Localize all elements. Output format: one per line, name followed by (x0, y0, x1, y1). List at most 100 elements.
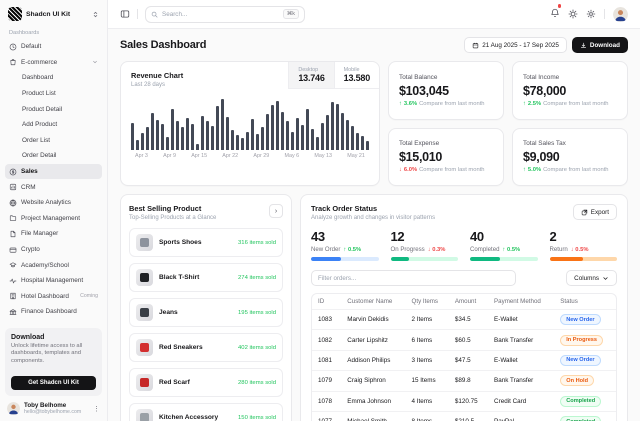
sidebar-item-hospital-management[interactable]: Hospital Management (5, 273, 102, 289)
notifications-button[interactable] (550, 5, 560, 23)
sidebar-item-default[interactable]: Default (5, 39, 102, 55)
download-button[interactable]: Download (572, 37, 628, 53)
download-promo-card: Download Unlock lifetime access to all d… (5, 328, 102, 396)
table-row[interactable]: 1079Craig Siphron15 Items$89.8Bank Trans… (312, 371, 616, 391)
date-range-picker[interactable]: 21 Aug 2025 - 17 Sep 2025 (464, 37, 567, 53)
bar (246, 132, 249, 150)
table-row[interactable]: 1077Michael Smith8 Items$210.5PayPalComp… (312, 411, 616, 421)
delta-percent: 6.0% (404, 167, 417, 173)
chevrons-up-down-icon (92, 11, 99, 18)
header-avatar[interactable] (613, 7, 628, 22)
product-row-red-sneakers[interactable]: Red Sneakers402 items sold (129, 333, 283, 362)
stat-value: $15,010 (399, 150, 493, 164)
sidebar-item-hotel-dashboard[interactable]: Hotel DashboardComing (5, 289, 102, 305)
bar (316, 137, 319, 150)
series-value: 13.580 (344, 73, 370, 83)
sidebar-toggle-icon[interactable] (120, 9, 130, 19)
sidebar-item-product-list[interactable]: Product List (5, 86, 102, 102)
x-axis-ticks: Apr 3Apr 9Apr 15Apr 22Apr 29May 6May 13M… (131, 153, 369, 159)
order-stat-on-progress: 12On Progress↓ 0.3% (391, 229, 459, 261)
delta-percent: 2.5% (528, 101, 541, 107)
cell-customer-name: Carter Lipshitz (341, 330, 405, 350)
bar (341, 113, 344, 150)
sidebar-item-project-management[interactable]: Project Management (5, 211, 102, 227)
cell-customer-name: Emma Johnson (341, 391, 405, 411)
status-badge: Completed (560, 416, 601, 421)
page-actions: 21 Aug 2025 - 17 Sep 2025 Download (464, 37, 628, 53)
column-header-qty-items: Qty Items (406, 294, 449, 310)
series-toggle-desktop[interactable]: Desktop13.746 (289, 62, 333, 88)
sidebar-item-e-commerce[interactable]: E-commerce (5, 55, 102, 71)
sidebar-item-file-manager[interactable]: File Manager (5, 226, 102, 242)
workspace-switcher[interactable]: Shadcn UI Kit (5, 5, 102, 27)
product-row-jeans[interactable]: Jeans195 items sold (129, 298, 283, 327)
sidebar-item-website-analytics[interactable]: Website Analytics (5, 195, 102, 211)
cell-payment-method: E-Wallet (488, 350, 554, 370)
delta-note: Compare from last month (543, 101, 608, 107)
file-icon (9, 230, 17, 238)
sidebar-item-dashboard[interactable]: Dashboard (5, 70, 102, 86)
bar (336, 104, 339, 150)
x-tick-label: Apr 29 (253, 153, 269, 159)
search-input[interactable] (162, 11, 279, 18)
stat-delta: ↑2.5%Compare from last month (523, 101, 617, 107)
chevron-down-icon (602, 275, 609, 282)
progress-bar (391, 257, 459, 261)
best-selling-card: Best Selling Product Top-Selling Product… (120, 194, 292, 421)
settings-gear-icon[interactable] (586, 9, 596, 19)
sidebar-item-crm[interactable]: CRM (5, 179, 102, 195)
bar (261, 127, 264, 150)
sidebar-item-label: Sales (21, 168, 98, 175)
sidebar-item-add-product[interactable]: Add Product (5, 117, 102, 133)
x-tick-label: Apr 22 (222, 153, 238, 159)
table-row[interactable]: 1078Emma Johnson4 Items$120.75Credit Car… (312, 391, 616, 411)
product-row-red-scarf[interactable]: Red Scarf280 items sold (129, 368, 283, 397)
stat-value: $9,090 (523, 150, 617, 164)
table-row[interactable]: 1081Addison Philips3 Items$47.5E-WalletN… (312, 350, 616, 370)
bar (281, 112, 284, 150)
series-toggle-mobile[interactable]: Mobile13.580 (334, 62, 379, 88)
product-row-black-t-shirt[interactable]: Black T-Shirt274 items sold (129, 263, 283, 292)
product-row-kitchen-accessory[interactable]: Kitchen Accessory150 items sold (129, 403, 283, 421)
cell-qty-items: 2 Items (406, 310, 449, 330)
sidebar-item-label: Default (21, 43, 98, 50)
best-selling-more-button[interactable]: › (269, 204, 283, 218)
cell-qty-items: 3 Items (406, 350, 449, 370)
sidebar-item-payment-dashboard[interactable]: Payment Dashboard (5, 320, 102, 324)
user-menu-dots-icon[interactable]: ⋮ (93, 405, 100, 413)
brand-logo (8, 7, 22, 21)
sidebar-item-sales[interactable]: Sales (5, 164, 102, 180)
bar (271, 105, 274, 150)
sidebar-item-academy-school[interactable]: Academy/School (5, 257, 102, 273)
filter-orders-input[interactable] (311, 270, 516, 286)
sidebar-item-finance-dashboard[interactable]: Finance Dashboard (5, 304, 102, 320)
cell-status: Completed (554, 391, 616, 411)
theme-toggle-sun-icon[interactable] (568, 9, 578, 19)
get-shadcn-ui-kit-button[interactable]: Get Shadcn UI Kit (11, 376, 96, 390)
export-button[interactable]: Export (573, 204, 617, 220)
cell-qty-items: 4 Items (406, 391, 449, 411)
delta-percent: 5.0% (528, 167, 541, 173)
global-search[interactable]: ⌘k (145, 6, 305, 23)
notification-dot (558, 4, 562, 8)
bar (346, 120, 349, 150)
product-row-sports-shoes[interactable]: Sports Shoes316 items sold (129, 228, 283, 257)
stat-value: $78,000 (523, 84, 617, 98)
sidebar-item-order-detail[interactable]: Order Detail (5, 148, 102, 164)
columns-dropdown[interactable]: Columns (566, 270, 617, 286)
sidebar-item-crypto[interactable]: Crypto (5, 242, 102, 258)
table-row[interactable]: 1082Carter Lipshitz6 Items$60.5Bank Tran… (312, 330, 616, 350)
bar (156, 120, 159, 150)
bar (136, 140, 139, 150)
stat-label: Total Expense (399, 140, 493, 147)
table-row[interactable]: 1083Marvin Dekidis2 Items$34.5E-WalletNe… (312, 310, 616, 330)
sidebar-item-order-list[interactable]: Order List (5, 133, 102, 149)
sidebar-item-product-detail[interactable]: Product Detail (5, 101, 102, 117)
user-menu[interactable]: Toby Belhome hello@tobybelhome.com ⋮ (5, 400, 102, 417)
topbar-actions (550, 5, 628, 23)
bar (361, 136, 364, 150)
user-meta: Toby Belhome hello@tobybelhome.com (24, 402, 89, 415)
cell-customer-name: Michael Smith (341, 411, 405, 421)
bell-icon (550, 8, 560, 18)
bar (176, 121, 179, 150)
